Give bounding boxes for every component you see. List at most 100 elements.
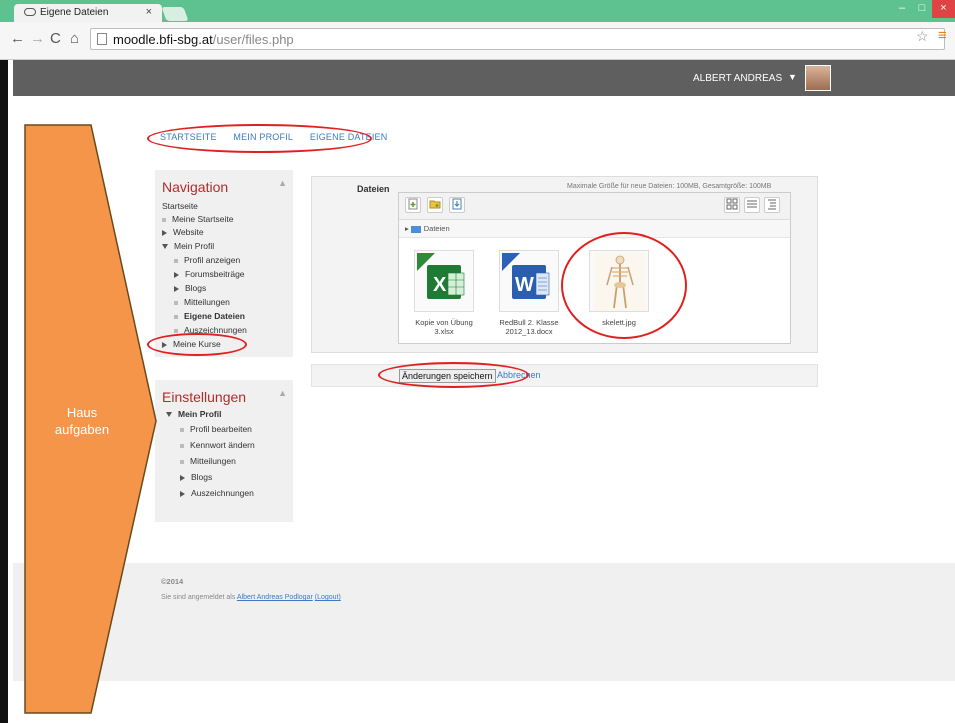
homework-label: Haus aufgaben	[54, 405, 110, 437]
settings-item-label: Blogs	[191, 472, 213, 482]
folder-icon	[410, 225, 421, 233]
settings-item-label: Mitteilungen	[190, 456, 236, 466]
tab-close-icon[interactable]: ×	[146, 6, 152, 18]
nav-item-startseite[interactable]: Startseite	[162, 201, 198, 211]
settings-item-profil-bearbeiten[interactable]: Profil bearbeiten	[180, 424, 252, 434]
avatar[interactable]	[805, 65, 831, 91]
file-manager-toolbar	[399, 193, 790, 220]
url-host: moodle.bfi-sbg.at	[113, 32, 213, 47]
settings-item-label: Auszeichnungen	[191, 488, 254, 498]
create-folder-icon[interactable]	[427, 197, 443, 213]
collapse-arrow-icon	[162, 244, 168, 250]
settings-item-kennwort-aendern[interactable]: Kennwort ändern	[180, 440, 255, 450]
nav-item-label: Mitteilungen	[184, 297, 230, 307]
url-path: /user/files.php	[212, 32, 294, 47]
bullet-icon	[162, 217, 166, 222]
screen: Eigene Dateien × – □ × ← → C ⌂ moodle.bf…	[0, 0, 955, 723]
highlight-breadcrumb	[147, 124, 372, 153]
nav-item-label: Eigene Dateien	[184, 311, 245, 321]
expand-arrow-icon	[162, 229, 167, 236]
nav-item-forumsbeitraege[interactable]: Forumsbeiträge	[174, 269, 245, 279]
download-all-icon[interactable]	[449, 197, 465, 213]
files-label: Dateien	[357, 184, 390, 194]
svg-text:X: X	[433, 274, 447, 296]
bullet-icon	[180, 459, 184, 464]
window-minimize-button[interactable]: –	[892, 0, 912, 18]
window-close-button[interactable]: ×	[932, 0, 955, 18]
bullet-icon	[174, 314, 178, 319]
nav-item-profil-anzeigen[interactable]: Profil anzeigen	[174, 255, 240, 265]
login-prefix: Sie sind angemeldet als	[161, 594, 237, 601]
tab-title: Eigene Dateien	[40, 7, 109, 18]
settings-collapse-icon[interactable]: ▲	[278, 388, 287, 398]
nav-item-website[interactable]: Website	[162, 227, 204, 237]
bullet-icon	[180, 427, 184, 432]
settings-item-label: Profil bearbeiten	[190, 424, 252, 434]
user-menu-name[interactable]: ALBERT ANDREAS	[693, 73, 782, 84]
user-menu-caret-icon[interactable]: ▼	[788, 72, 797, 82]
file-path-bar: ▸ Dateien	[399, 220, 790, 238]
login-info: Sie sind angemeldet als Albert Andreas P…	[161, 594, 341, 601]
max-size-info: Maximale Größe für neue Dateien: 100MB, …	[567, 183, 772, 190]
expand-arrow-icon	[180, 490, 185, 497]
nav-item-mein-profil[interactable]: Mein Profil	[162, 241, 214, 251]
reload-icon[interactable]: C	[50, 30, 61, 47]
highlight-save-buttons	[378, 362, 529, 388]
file-name: RedBull 2. Klasse 2012_13.docx	[499, 318, 559, 336]
nav-item-meine-startseite[interactable]: Meine Startseite	[162, 214, 233, 224]
bullet-icon	[180, 443, 184, 448]
user-profile-link[interactable]: Albert Andreas Podlogar	[237, 594, 313, 601]
bullet-icon	[174, 300, 178, 305]
nav-item-mitteilungen[interactable]: Mitteilungen	[174, 297, 230, 307]
expand-arrow-icon	[174, 285, 179, 292]
view-tree-icon[interactable]	[764, 197, 780, 213]
browser-titlebar: Eigene Dateien × – □ ×	[0, 0, 955, 22]
nav-item-label: Forumsbeiträge	[185, 269, 245, 279]
view-list-icon[interactable]	[744, 197, 760, 213]
navigation-block: Navigation ▲ Startseite Meine Startseite…	[155, 170, 293, 357]
files-form: Dateien Maximale Größe für neue Dateien:…	[311, 176, 818, 353]
settings-block: Einstellungen ▲ Mein Profil Profil bearb…	[155, 380, 293, 522]
collapse-arrow-icon	[166, 412, 172, 418]
browser-toolbar: ← → C ⌂ moodle.bfi-sbg.at/user/files.php…	[0, 22, 955, 60]
home-icon[interactable]: ⌂	[70, 30, 79, 47]
bookmark-star-icon[interactable]: ☆	[916, 28, 929, 45]
back-arrow-icon[interactable]: ←	[10, 30, 25, 47]
bullet-icon	[174, 328, 178, 333]
forward-arrow-icon[interactable]: →	[30, 30, 45, 47]
settings-item-auszeichnungen[interactable]: Auszeichnungen	[180, 488, 254, 498]
settings-item-mein-profil[interactable]: Mein Profil	[166, 409, 221, 419]
site-header: ALBERT ANDREAS ▼	[13, 60, 955, 96]
settings-item-blogs[interactable]: Blogs	[180, 472, 212, 482]
page-icon	[97, 33, 107, 45]
view-icons-icon[interactable]	[724, 197, 740, 213]
browser-menu-icon[interactable]: ≡	[938, 27, 947, 44]
nav-item-label: Meine Startseite	[172, 214, 234, 224]
add-file-icon[interactable]	[405, 197, 421, 213]
nav-item-label: Mein Profil	[174, 241, 215, 251]
nav-item-label: Blogs	[185, 283, 207, 293]
expand-arrow-icon	[174, 271, 179, 278]
settings-item-mitteilungen[interactable]: Mitteilungen	[180, 456, 236, 466]
file-item-xlsx[interactable]: X Kopie von Übung 3.xlsx	[409, 250, 479, 336]
nav-item-eigene-dateien[interactable]: Eigene Dateien	[174, 311, 245, 321]
highlight-meine-kurse	[147, 333, 247, 356]
logout-link[interactable]: (Logout)	[315, 594, 341, 601]
moodle-favicon-icon	[24, 8, 36, 17]
file-name: Kopie von Übung 3.xlsx	[415, 318, 473, 336]
nav-item-label: Website	[173, 227, 204, 237]
file-item-docx[interactable]: W RedBull 2. Klasse 2012_13.docx	[494, 250, 564, 336]
navigation-collapse-icon[interactable]: ▲	[278, 178, 287, 188]
new-tab-button[interactable]	[161, 7, 189, 21]
copyright-text: ©2014	[161, 577, 184, 586]
nav-item-blogs[interactable]: Blogs	[174, 283, 206, 293]
word-file-icon: W	[499, 250, 559, 312]
address-bar[interactable]: moodle.bfi-sbg.at/user/files.php	[90, 28, 945, 50]
settings-title: Einstellungen	[162, 389, 247, 405]
window-left-border	[0, 60, 8, 723]
browser-tab[interactable]: Eigene Dateien ×	[14, 4, 162, 22]
settings-item-label: Kennwort ändern	[190, 440, 255, 450]
window-maximize-button[interactable]: □	[912, 0, 932, 18]
excel-file-icon: X	[414, 250, 474, 312]
path-root[interactable]: Dateien	[424, 224, 450, 233]
